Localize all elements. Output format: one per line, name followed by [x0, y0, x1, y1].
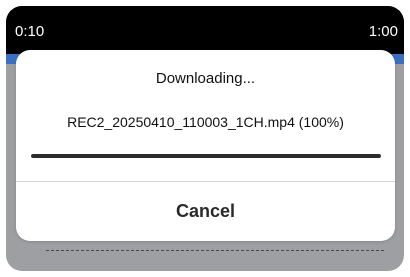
download-progress-bar: [31, 154, 381, 158]
time-end-label: 1:00: [368, 23, 398, 40]
video-timebar: 0:10 1:00: [6, 6, 404, 54]
dialog-title: Downloading...: [155, 70, 256, 87]
download-filename: REC2_20250410_110003_1CH.mp4 (100%): [67, 114, 344, 130]
download-dialog: Downloading... REC2_20250410_110003_1CH.…: [16, 50, 395, 241]
time-start-label: 0:10: [15, 23, 45, 40]
cancel-button[interactable]: Cancel: [16, 182, 395, 241]
app-screen: 0:10 1:00 Downloading... REC2_20250410_1…: [0, 0, 410, 277]
download-progress-fill: [31, 154, 381, 158]
dashed-divider: [46, 250, 384, 251]
